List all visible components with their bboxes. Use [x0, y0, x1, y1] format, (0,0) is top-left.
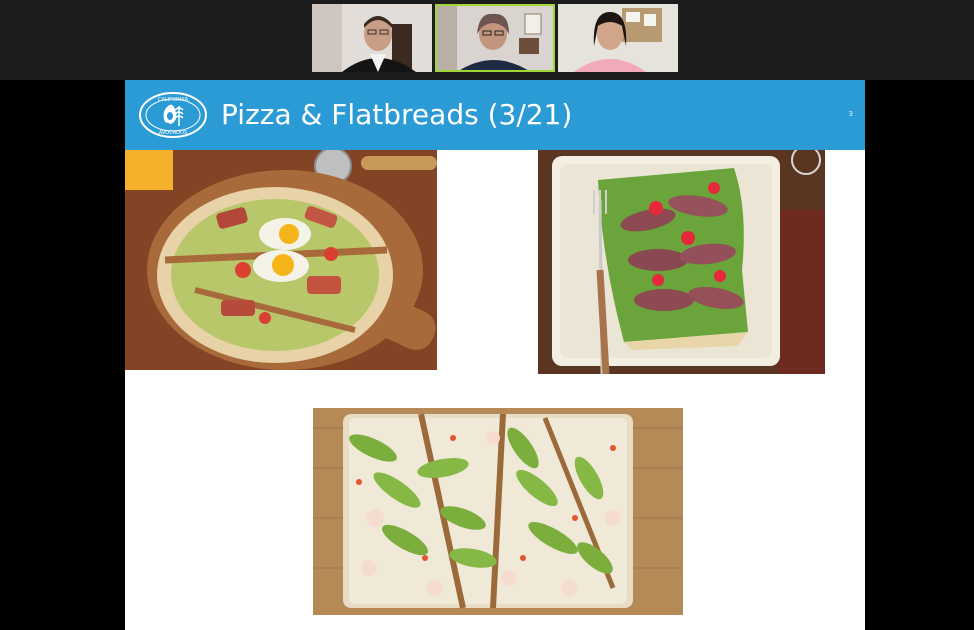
shared-slide: CALIFORNIA AVOCADOS Pizza & Flatbreads (… [125, 80, 865, 630]
participant-video-image [435, 4, 555, 72]
shrimp-avocado-flatbread-photo [313, 408, 683, 615]
participant-video-tile[interactable] [558, 4, 678, 72]
participant-video-tile[interactable] [312, 4, 432, 72]
steak-flatbread-photo [538, 150, 825, 374]
participant-video-image [558, 4, 678, 72]
slide-title: Pizza & Flatbreads (3/21) [221, 98, 573, 131]
participant-video-image [312, 4, 432, 72]
california-avocados-logo: CALIFORNIA AVOCADOS [139, 92, 207, 138]
participant-video-tile[interactable] [435, 4, 555, 72]
video-gallery-strip [0, 0, 974, 80]
breakfast-pizza-photo [125, 150, 437, 370]
slide-page-number: 3 [848, 110, 853, 118]
svg-text:CALIFORNIA: CALIFORNIA [158, 97, 189, 103]
slide-header: CALIFORNIA AVOCADOS Pizza & Flatbreads (… [125, 80, 865, 150]
svg-text:AVOCADOS: AVOCADOS [159, 130, 187, 136]
